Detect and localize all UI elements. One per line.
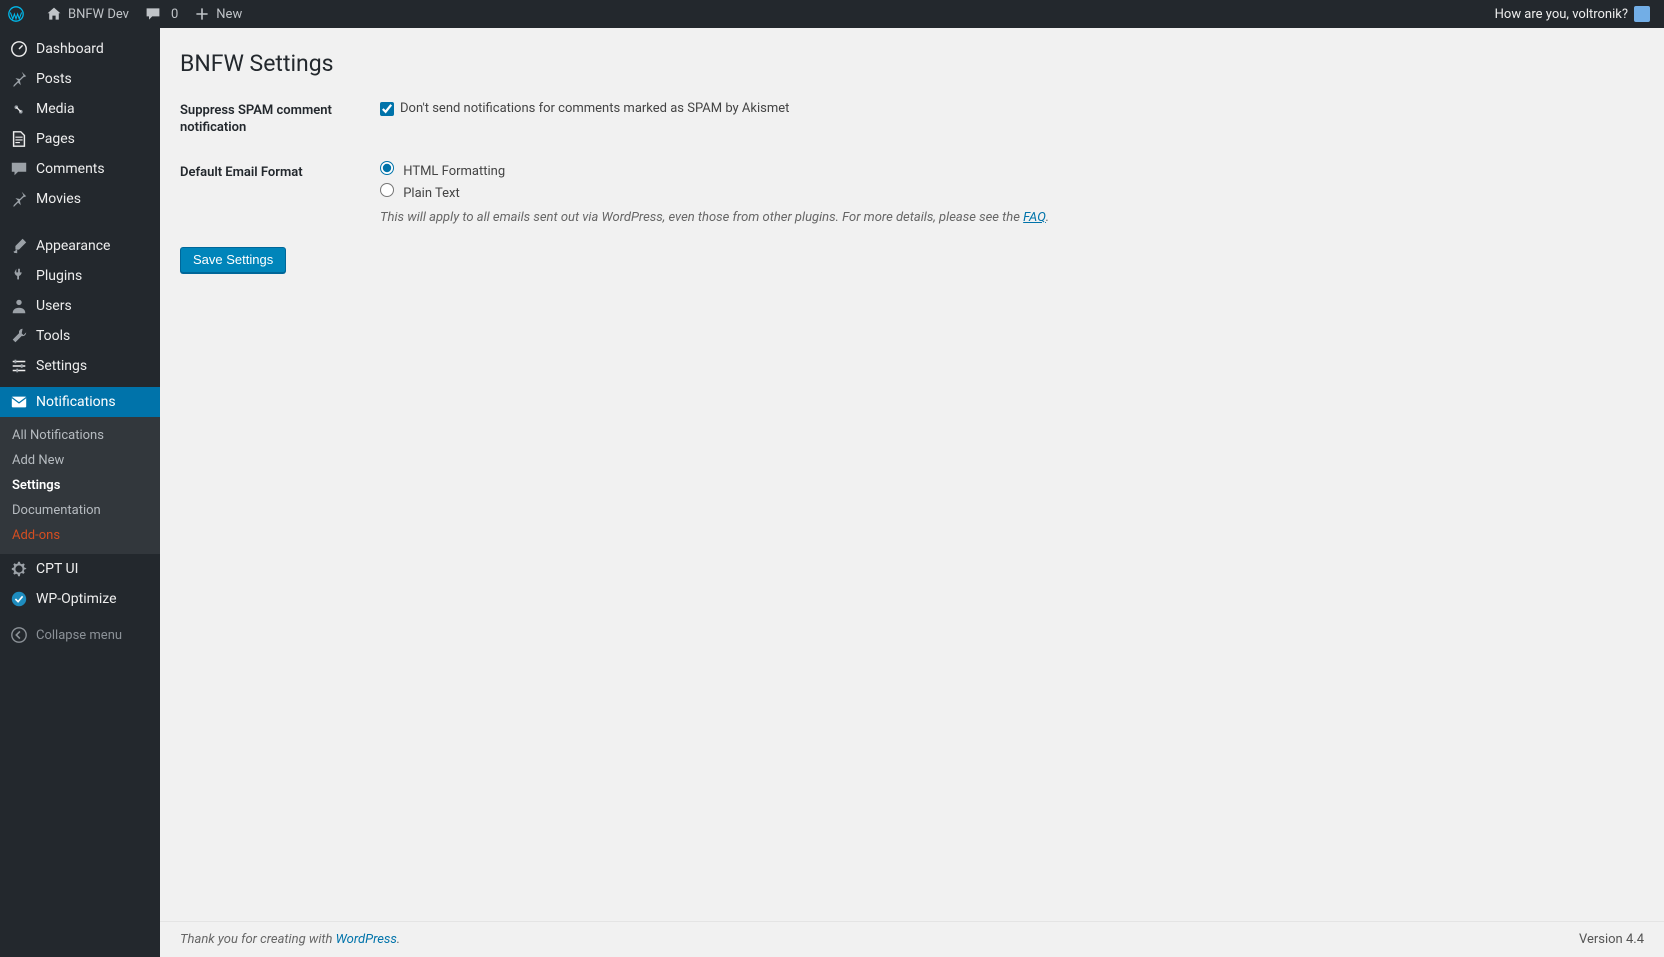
sidebar-item-label: Tools <box>36 328 150 344</box>
dashboard-icon <box>10 40 28 58</box>
sidebar-item-movies[interactable]: Movies <box>0 184 160 214</box>
sidebar-item-tools[interactable]: Tools <box>0 321 160 351</box>
sidebar-item-dashboard[interactable]: Dashboard <box>0 34 160 64</box>
settings-form: Suppress SPAM comment notification Don't… <box>180 95 1644 247</box>
submenu-item-documentation[interactable]: Documentation <box>0 498 160 523</box>
comment-icon <box>10 160 28 178</box>
suppress-spam-checkbox-wrap[interactable]: Don't send notifications for comments ma… <box>380 99 789 119</box>
site-name-link[interactable]: BNFW Dev <box>38 0 137 28</box>
email-format-html-radio[interactable] <box>380 161 394 175</box>
home-icon <box>46 6 62 22</box>
sidebar-item-comments[interactable]: Comments <box>0 154 160 184</box>
user-icon <box>10 297 28 315</box>
comments-count: 0 <box>171 7 178 22</box>
comments-link[interactable]: 0 <box>137 0 186 28</box>
sidebar-item-label: Movies <box>36 191 150 207</box>
sidebar-item-label: Plugins <box>36 268 150 284</box>
wordpress-icon <box>8 6 24 22</box>
sidebar-item-label: Notifications <box>36 394 150 410</box>
new-content-link[interactable]: New <box>186 0 250 28</box>
submenu-item-all-notifications[interactable]: All Notifications <box>0 423 160 448</box>
admin-footer: Thank you for creating with WordPress. V… <box>160 921 1664 957</box>
email-format-html-wrap[interactable]: HTML Formatting <box>380 161 1634 182</box>
sidebar-item-notifications[interactable]: Notifications <box>0 387 160 417</box>
submenu-item-settings[interactable]: Settings <box>0 473 160 498</box>
pin-icon <box>10 190 28 208</box>
media-icon <box>10 100 28 118</box>
mail-icon <box>10 393 28 411</box>
admin-bar: BNFW Dev 0 New How are you, voltronik? <box>0 0 1664 28</box>
sidebar-item-label: Dashboard <box>36 41 150 57</box>
sidebar-item-wpopt[interactable]: WP-Optimize <box>0 584 160 614</box>
footer-version: Version 4.4 <box>1579 932 1644 947</box>
sliders-icon <box>10 357 28 375</box>
sidebar-item-settings[interactable]: Settings <box>0 351 160 381</box>
collapse-label: Collapse menu <box>36 628 150 643</box>
row-suppress-spam-label: Suppress SPAM comment notification <box>180 95 380 157</box>
sidebar-item-label: WP-Optimize <box>36 591 150 607</box>
submenu-item-add-new[interactable]: Add New <box>0 448 160 473</box>
wrench-icon <box>10 327 28 345</box>
sidebar-item-label: Media <box>36 101 150 117</box>
sidebar-item-users[interactable]: Users <box>0 291 160 321</box>
avatar <box>1634 6 1650 22</box>
email-format-description: This will apply to all emails sent out v… <box>380 208 1634 228</box>
notifications-submenu: All NotificationsAdd NewSettingsDocument… <box>0 417 160 554</box>
content-area: BNFW Settings Suppress SPAM comment noti… <box>160 28 1664 957</box>
sidebar-item-label: Users <box>36 298 150 314</box>
admin-menu: Dashboard Posts Media Pages Comments Movies A… <box>0 28 160 957</box>
faq-link[interactable]: FAQ <box>1023 210 1046 225</box>
collapse-menu-button[interactable]: Collapse menu <box>0 620 160 650</box>
brush-icon <box>10 237 28 255</box>
sidebar-item-appearance[interactable]: Appearance <box>0 231 160 261</box>
sidebar-item-plugins[interactable]: Plugins <box>0 261 160 291</box>
greeting-text: How are you, voltronik? <box>1495 7 1628 22</box>
comment-icon <box>145 6 161 22</box>
page-icon <box>10 130 28 148</box>
sidebar-item-media[interactable]: Media <box>0 94 160 124</box>
sidebar-item-label: Pages <box>36 131 150 147</box>
my-account-link[interactable]: How are you, voltronik? <box>1487 0 1658 28</box>
plug-icon <box>10 267 28 285</box>
sidebar-item-label: Posts <box>36 71 150 87</box>
sidebar-item-label: CPT UI <box>36 561 150 577</box>
email-format-plain-label: Plain Text <box>403 186 459 201</box>
page-title: BNFW Settings <box>180 50 1644 77</box>
collapse-icon <box>10 626 28 644</box>
check-circle-icon <box>10 590 28 608</box>
pin-icon <box>10 70 28 88</box>
sidebar-item-cptui[interactable]: CPT UI <box>0 554 160 584</box>
site-name-label: BNFW Dev <box>68 7 129 22</box>
email-format-plain-radio[interactable] <box>380 183 394 197</box>
wp-logo[interactable] <box>0 0 38 28</box>
suppress-spam-checkbox[interactable] <box>380 102 394 116</box>
sidebar-item-label: Settings <box>36 358 150 374</box>
gear-icon <box>10 560 28 578</box>
save-settings-button[interactable]: Save Settings <box>180 247 286 273</box>
footer-thankyou: Thank you for creating with WordPress. <box>180 932 400 947</box>
email-format-html-label: HTML Formatting <box>403 164 505 179</box>
sidebar-item-posts[interactable]: Posts <box>0 64 160 94</box>
sidebar-item-label: Appearance <box>36 238 150 254</box>
email-format-plain-wrap[interactable]: Plain Text <box>380 183 1634 204</box>
sidebar-item-pages[interactable]: Pages <box>0 124 160 154</box>
sidebar-item-label: Comments <box>36 161 150 177</box>
submenu-item-add-ons[interactable]: Add-ons <box>0 523 160 548</box>
plus-icon <box>194 6 210 22</box>
row-email-format-label: Default Email Format <box>180 157 380 248</box>
wordpress-link[interactable]: WordPress <box>336 932 397 947</box>
new-label: New <box>216 7 242 22</box>
suppress-spam-checkbox-label: Don't send notifications for comments ma… <box>400 99 789 119</box>
